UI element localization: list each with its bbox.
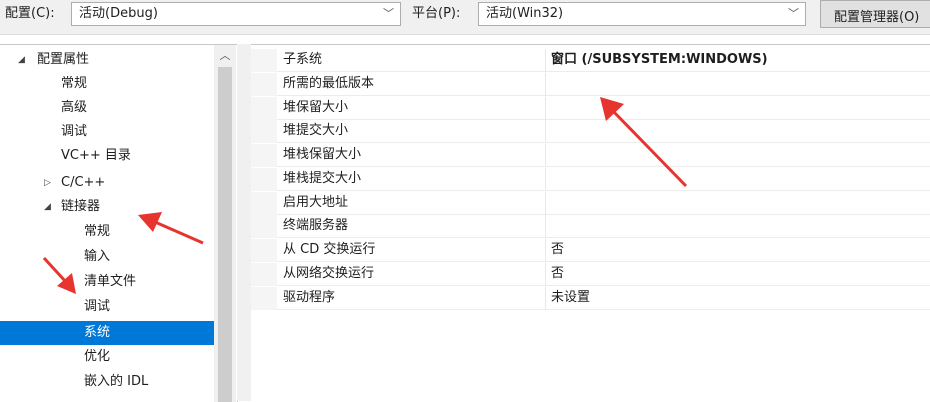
tree-item-linker-general[interactable]: 常规 [0,220,214,244]
property-value[interactable]: 未设置 [551,290,590,306]
tree-item-label: 链接器 [61,199,101,214]
platform-dropdown-value: 活动(Win32) [486,6,564,21]
property-name: 终端服务器 [283,218,349,233]
platform-label: 平台(P): [412,6,461,21]
tree-item-label: 常规 [84,224,111,239]
property-row-minimum-version[interactable]: 所需的最低版本 [251,73,930,96]
chevron-down-icon: ﹀ [383,7,394,20]
expanded-triangle-icon[interactable]: ◢ [44,195,51,219]
property-name: 子系统 [283,52,323,67]
property-name: 驱动程序 [283,290,336,305]
platform-dropdown[interactable]: 活动(Win32) ﹀ [478,2,806,26]
tree-item-label: 调试 [84,299,111,314]
property-row-heap-commit[interactable]: 堆提交大小 [251,120,930,143]
property-row-stack-reserve[interactable]: 堆栈保留大小 [251,144,930,167]
property-row-heap-reserve[interactable]: 堆保留大小 [251,97,930,120]
property-value[interactable]: 否 [551,266,564,282]
expanded-triangle-icon[interactable]: ◢ [18,48,25,72]
tree-item-label: 清单文件 [84,274,137,289]
tree-item-label: 系统 [84,325,111,340]
property-name: 堆保留大小 [283,100,349,115]
property-name: 从 CD 交换运行 [283,242,376,257]
tree-item-debugging[interactable]: 调试 [0,120,214,144]
tree-item-vc-directories[interactable]: VC++ 目录 [0,144,214,168]
property-name: 所需的最低版本 [283,76,375,91]
property-tree: ◢ 配置属性 常规 高级 调试 VC++ 目录 ▷ C/C++ ◢ 链接器 常规… [0,44,238,402]
tree-item-label: 调试 [61,124,88,139]
tree-item-general[interactable]: 常规 [0,72,214,96]
property-name: 堆提交大小 [283,123,349,138]
property-name: 从网络交换运行 [283,266,375,281]
scrollbar-thumb[interactable] [218,67,232,402]
tree-item-label: 优化 [84,349,111,364]
property-row-driver[interactable]: 驱动程序 未设置 [251,287,930,310]
tree-item-config-properties[interactable]: ◢ 配置属性 [0,48,214,72]
tree-item-linker-system[interactable]: 系统 [0,321,214,345]
tree-item-linker-embedded-idl[interactable]: 嵌入的 IDL [0,370,214,394]
config-toolbar: 配置(C): 活动(Debug) ﹀ 平台(P): 活动(Win32) ﹀ 配置… [0,0,930,35]
tree-item-label: C/C++ [61,175,106,190]
tree-item-linker-debugging[interactable]: 调试 [0,295,214,319]
scroll-up-arrow-icon[interactable]: ︿ [214,47,236,65]
property-row-stack-commit[interactable]: 堆栈提交大小 [251,168,930,191]
property-name: 堆栈提交大小 [283,171,362,186]
config-manager-button[interactable]: 配置管理器(O) [820,0,930,28]
tree-item-label: 输入 [84,249,111,264]
config-label: 配置(C): [5,6,55,21]
property-row-swap-run-cd[interactable]: 从 CD 交换运行 否 [251,239,930,262]
tree-item-linker-input[interactable]: 输入 [0,245,214,269]
tree-item-linker[interactable]: ◢ 链接器 [0,195,214,219]
tree-item-advanced[interactable]: 高级 [0,96,214,120]
panel-splitter[interactable] [237,44,251,401]
tree-item-label: 高级 [61,100,88,115]
property-row-large-address[interactable]: 启用大地址 [251,192,930,215]
tree-item-label: 配置属性 [37,52,90,67]
property-row-terminal-server[interactable]: 终端服务器 [251,215,930,238]
config-dropdown-value: 活动(Debug) [79,6,158,21]
tree-item-label: 常规 [61,76,88,91]
tree-item-label: 嵌入的 IDL [84,374,149,389]
tree-item-linker-manifest[interactable]: 清单文件 [0,270,214,294]
chevron-down-icon: ﹀ [788,7,799,20]
tree-item-label: VC++ 目录 [61,148,131,163]
tree-item-c-cpp[interactable]: ▷ C/C++ [0,171,214,195]
property-value[interactable]: 窗口 (/SUBSYSTEM:WINDOWS) [551,52,768,68]
property-row-subsystem[interactable]: 子系统 窗口 (/SUBSYSTEM:WINDOWS) [251,49,930,72]
property-row-swap-run-net[interactable]: 从网络交换运行 否 [251,263,930,286]
config-dropdown[interactable]: 活动(Debug) ﹀ [71,2,401,26]
property-name: 启用大地址 [283,195,349,210]
tree-scrollbar[interactable]: ︿ [214,45,236,402]
property-name: 堆栈保留大小 [283,147,362,162]
property-value[interactable]: 否 [551,242,564,258]
collapsed-triangle-icon[interactable]: ▷ [44,171,51,195]
property-grid: 子系统 窗口 (/SUBSYSTEM:WINDOWS) 所需的最低版本 堆保留大… [251,44,930,402]
tree-item-linker-optimization[interactable]: 优化 [0,345,214,369]
